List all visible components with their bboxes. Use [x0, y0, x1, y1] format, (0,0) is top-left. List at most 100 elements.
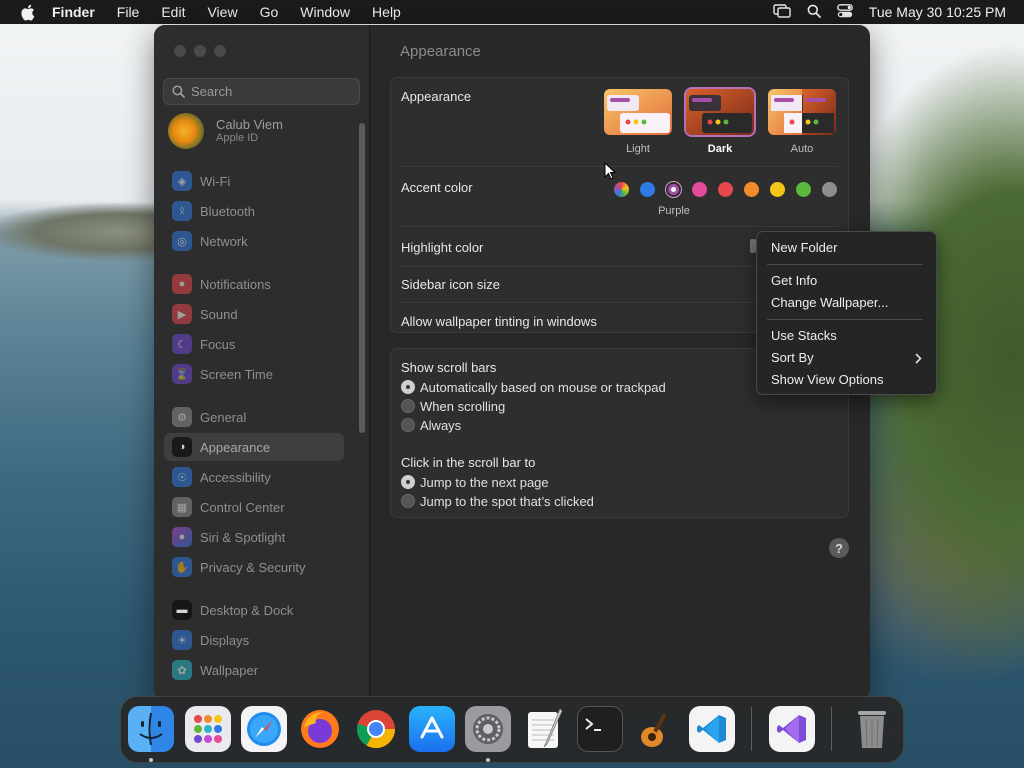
- sidebar-item-label: Siri & Spotlight: [200, 529, 286, 545]
- textedit-icon[interactable]: [521, 706, 567, 752]
- settings-sidebar: Search Calub Viem Apple ID ◈ Wi-Fi ᛟ Bluet…: [154, 25, 370, 700]
- sidebar-item-wifi[interactable]: ◈ Wi-Fi: [164, 167, 344, 195]
- sidebar-search-field[interactable]: Search: [163, 78, 360, 105]
- control-center-icon[interactable]: [836, 3, 853, 21]
- menu-app-name[interactable]: Finder: [52, 4, 95, 20]
- garageband-icon[interactable]: [633, 706, 679, 752]
- menu-view[interactable]: View: [207, 4, 237, 20]
- screen-mirroring-icon[interactable]: [773, 3, 791, 21]
- click-spot-label: Jump to the spot that’s clicked: [420, 494, 594, 509]
- sidebar-item-label: Privacy & Security: [200, 559, 306, 575]
- sidebar-item-label: Network: [200, 233, 248, 249]
- accent-graphite-swatch[interactable]: [822, 182, 837, 197]
- vscode-icon[interactable]: [689, 706, 735, 752]
- menu-item-show-view-options[interactable]: Show View Options: [771, 372, 884, 387]
- sidebar-item-network[interactable]: ◎ Network: [164, 227, 344, 255]
- sidebar-item-sound[interactable]: ▶ Sound: [164, 300, 344, 328]
- accent-blue-swatch[interactable]: [640, 182, 655, 197]
- hand-icon: ✋: [172, 557, 192, 577]
- accent-green-swatch[interactable]: [796, 182, 811, 197]
- gear-icon: ⚙: [172, 407, 192, 427]
- chrome-icon[interactable]: [353, 706, 399, 752]
- theme-dark-label: Dark: [707, 143, 733, 155]
- menu-go[interactable]: Go: [260, 4, 279, 20]
- highlight-color-label: Highlight color: [401, 240, 484, 255]
- sidebar-item-general[interactable]: ⚙ General: [164, 403, 344, 431]
- accent-red-swatch[interactable]: [718, 182, 733, 197]
- accent-yellow-swatch[interactable]: [770, 182, 785, 197]
- accent-orange-swatch[interactable]: [744, 182, 759, 197]
- system-settings-icon[interactable]: [465, 706, 511, 752]
- dock: [120, 696, 904, 763]
- show-scroll-bars-label: Show scroll bars: [401, 360, 497, 375]
- accent-pink-swatch[interactable]: [692, 182, 707, 197]
- theme-light-option[interactable]: [604, 89, 672, 135]
- sidebar-item-siri-spotlight[interactable]: ● Siri & Spotlight: [164, 523, 344, 551]
- menu-item-sort-by[interactable]: Sort By: [771, 350, 814, 365]
- sidebar-item-notifications[interactable]: ● Notifications: [164, 270, 344, 298]
- dock-icon: ▬: [172, 600, 192, 620]
- globe-icon: ◎: [172, 231, 192, 251]
- scroll-always-radio[interactable]: [401, 418, 415, 432]
- sidebar-item-control-center[interactable]: ▦ Control Center: [164, 493, 344, 521]
- accent-multicolor-swatch[interactable]: [614, 182, 629, 197]
- sidebar-item-privacy-security[interactable]: ✋ Privacy & Security: [164, 553, 344, 581]
- zoom-window-button[interactable]: [214, 45, 226, 57]
- sidebar-scrollbar[interactable]: [359, 123, 365, 433]
- menu-help[interactable]: Help: [372, 4, 401, 20]
- sidebar-item-focus[interactable]: ☾ Focus: [164, 330, 344, 358]
- moon-icon: ☾: [172, 334, 192, 354]
- menu-item-change-wallpaper[interactable]: Change Wallpaper...: [771, 295, 888, 310]
- sidebar-item-label: General: [200, 409, 247, 425]
- accent-purple-swatch[interactable]: [666, 182, 681, 197]
- click-next-page-label: Jump to the next page: [420, 475, 549, 490]
- sidebar-item-label: Wi-Fi: [200, 173, 231, 189]
- menu-clock[interactable]: Tue May 30 10:25 PM: [869, 4, 1006, 20]
- click-next-page-radio[interactable]: [401, 475, 415, 489]
- minimize-window-button[interactable]: [194, 45, 206, 57]
- help-button[interactable]: ?: [829, 538, 849, 558]
- spotlight-search-icon[interactable]: [807, 4, 821, 21]
- menu-item-get-info[interactable]: Get Info: [771, 273, 817, 288]
- menu-separator: [767, 264, 923, 265]
- sidebar-item-bluetooth[interactable]: ᛟ Bluetooth: [164, 197, 344, 225]
- accessibility-icon: ☉: [172, 467, 192, 487]
- menu-edit[interactable]: Edit: [161, 4, 185, 20]
- menu-item-new-folder[interactable]: New Folder: [771, 240, 837, 255]
- firefox-icon[interactable]: [297, 706, 343, 752]
- safari-icon[interactable]: [241, 706, 287, 752]
- wallpaper-tinting-label: Allow wallpaper tinting in windows: [401, 314, 597, 329]
- menu-file[interactable]: File: [117, 4, 140, 20]
- click-scroll-bar-label: Click in the scroll bar to: [401, 455, 536, 470]
- theme-light-label: Light: [626, 143, 650, 155]
- visual-studio-icon[interactable]: [769, 706, 815, 752]
- sidebar-item-displays[interactable]: ☀ Displays: [164, 626, 344, 654]
- apple-menu-icon[interactable]: [18, 3, 36, 21]
- close-window-button[interactable]: [174, 45, 186, 57]
- sidebar-item-appearance[interactable]: ◑ Appearance: [164, 433, 344, 461]
- trash-icon[interactable]: [849, 706, 895, 752]
- sidebar-item-desktop-dock[interactable]: ▬ Desktop & Dock: [164, 596, 344, 624]
- theme-dark-option[interactable]: [684, 87, 756, 137]
- scroll-when-scrolling-radio[interactable]: [401, 399, 415, 413]
- bluetooth-icon: ᛟ: [172, 201, 192, 221]
- sidebar-item-wallpaper[interactable]: ✿ Wallpaper: [164, 656, 344, 684]
- menu-window[interactable]: Window: [300, 4, 350, 20]
- hourglass-icon: ⌛: [172, 364, 192, 384]
- scroll-auto-radio[interactable]: [401, 380, 415, 394]
- sidebar-item-screen-time[interactable]: ⌛ Screen Time: [164, 360, 344, 388]
- menu-item-use-stacks[interactable]: Use Stacks: [771, 328, 837, 343]
- sidebar-apple-id[interactable]: Calub Viem Apple ID: [168, 113, 283, 149]
- wifi-icon: ◈: [172, 171, 192, 191]
- theme-auto-option[interactable]: [768, 89, 836, 135]
- launchpad-icon[interactable]: [185, 706, 231, 752]
- sidebar-item-accessibility[interactable]: ☉ Accessibility: [164, 463, 344, 491]
- click-spot-radio[interactable]: [401, 494, 415, 508]
- flower-icon: ✿: [172, 660, 192, 680]
- control-center-icon: ▦: [172, 497, 192, 517]
- app-store-icon[interactable]: [409, 706, 455, 752]
- speaker-icon: ▶: [172, 304, 192, 324]
- finder-icon[interactable]: [128, 706, 174, 752]
- appearance-row-label: Appearance: [401, 89, 472, 104]
- terminal-icon[interactable]: [577, 706, 623, 752]
